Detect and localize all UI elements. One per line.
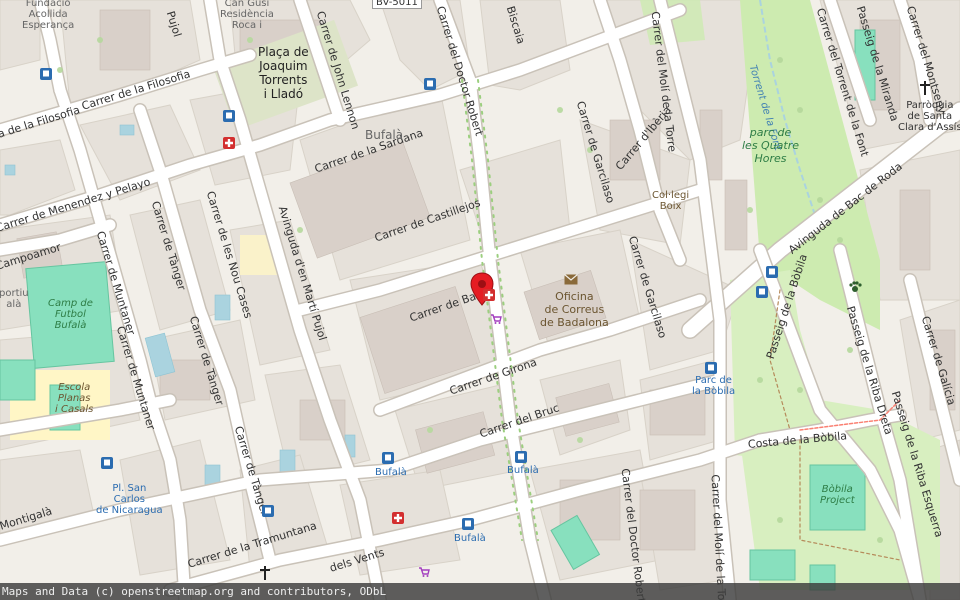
bus-stop-icon[interactable]	[756, 286, 768, 298]
church-icon	[920, 81, 930, 95]
poi-label: Fundació Acollida Esperança	[22, 0, 75, 31]
bus-stop-icon[interactable]	[424, 78, 436, 90]
map-attribution: Maps and Data (c) openstreetmap.org and …	[0, 583, 960, 600]
bus-stop-label: Bufalà	[454, 533, 486, 544]
bus-stop-icon[interactable]	[705, 362, 717, 374]
pharmacy-icon	[223, 137, 235, 149]
poi-label: Escola Planas i Casals	[55, 382, 94, 415]
pharmacy-icon	[392, 512, 404, 524]
road-shield: BV-5011	[372, 0, 422, 9]
bus-stop-label: Bufalà	[507, 465, 539, 476]
bus-stop-icon[interactable]	[101, 457, 113, 469]
shop-icon	[419, 567, 430, 577]
poi-label: Parròquia de Santa Clara d'Assís	[898, 100, 960, 133]
poi-label: Can Gusi Residència Roca i	[220, 0, 274, 31]
dog-park-icon	[849, 281, 862, 292]
bus-stop-icon[interactable]	[462, 518, 474, 530]
poi-label: Bòbila Project	[820, 484, 855, 506]
bus-stop-label: Parc de la Bòbila	[692, 375, 736, 397]
bus-stop-icon[interactable]	[223, 110, 235, 122]
church-icon	[260, 566, 270, 580]
bus-stop-icon[interactable]	[262, 505, 274, 517]
map-viewport[interactable]: a de la Filosofia Carrer de la Filosofia…	[0, 0, 960, 600]
pharmacy-icon	[483, 289, 495, 301]
poi-label: Col·legi Boix	[652, 190, 690, 212]
park-label: parc de les Quatre Hores	[742, 126, 800, 165]
shop-icon	[491, 314, 502, 324]
poi-label: portiu alà	[0, 288, 29, 310]
poi-label: Oficina de Correus de Badalona	[540, 290, 609, 329]
area-label: Bufalà	[365, 128, 404, 142]
bus-stop-icon[interactable]	[766, 266, 778, 278]
bus-stop-icon[interactable]	[382, 452, 394, 464]
poi-label: Camp de Futbol Bufalà	[48, 298, 93, 331]
bus-stop-icon[interactable]	[515, 451, 527, 463]
bus-stop-icon[interactable]	[40, 68, 52, 80]
post-office-icon	[564, 274, 578, 285]
bus-stop-label: Bufalà	[375, 467, 407, 478]
poi-label: Plaça de Joaquim Torrents i Lladó	[258, 45, 309, 101]
bus-stop-label: Pl. San Carlos de Nicaragua	[96, 483, 163, 516]
